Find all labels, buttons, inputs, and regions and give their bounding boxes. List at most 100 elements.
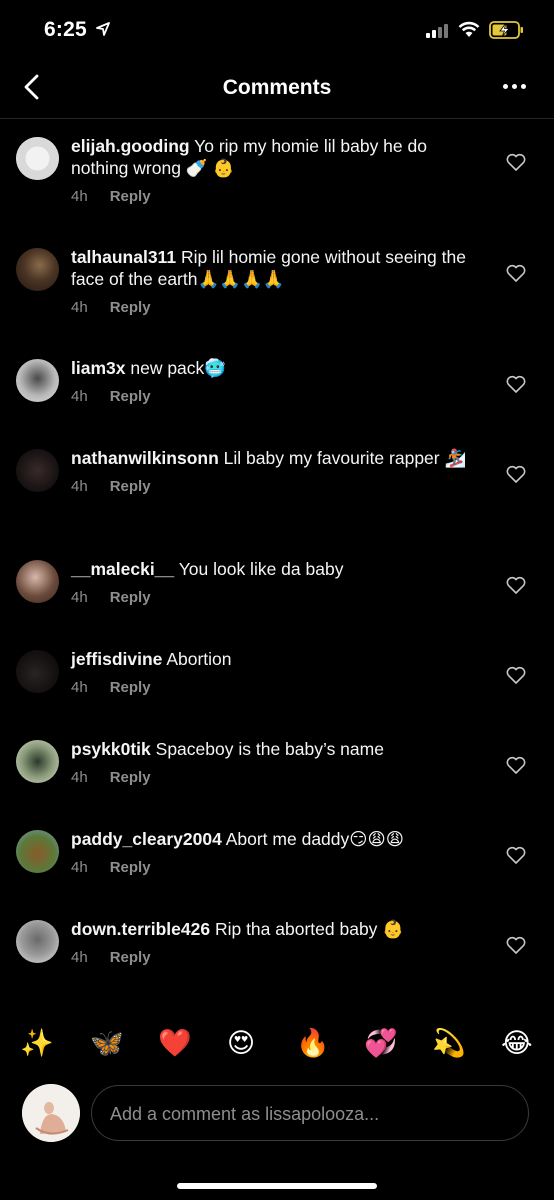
reply-button[interactable]: Reply <box>110 949 151 966</box>
comment-age: 4h <box>71 388 88 405</box>
comment: __malecki__ You look like da baby 4h Repl… <box>0 542 554 632</box>
reply-button[interactable]: Reply <box>110 769 151 786</box>
location-arrow-icon <box>96 22 110 36</box>
comment: down.terrible426 Rip tha aborted baby 👶 … <box>0 902 554 992</box>
emoji-heart-eyes[interactable]: 😍 <box>227 1025 255 1061</box>
emoji-red-heart[interactable]: ❤️ <box>158 1025 192 1061</box>
header: Comments <box>0 60 554 119</box>
wifi-icon <box>458 21 480 37</box>
comment-username[interactable]: __malecki__ <box>71 559 174 579</box>
comment: talhaunal311 Rip lil homie gone without … <box>0 230 554 341</box>
comment-body: You look like da baby <box>178 559 344 579</box>
comment-meta: 4h Reply <box>71 679 489 696</box>
comment-meta: 4h Reply <box>71 188 489 205</box>
comment-username[interactable]: elijah.gooding <box>71 136 190 156</box>
reply-button[interactable]: Reply <box>110 589 151 606</box>
status-time: 6:25 <box>44 18 87 41</box>
comment-text: nathanwilkinsonn Lil baby my favourite r… <box>71 447 489 469</box>
like-heart-icon[interactable] <box>506 576 526 594</box>
comment-age: 4h <box>71 769 88 786</box>
avatar[interactable] <box>16 449 59 492</box>
comment-age: 4h <box>71 299 88 316</box>
comment: jeffisdivine Abortion 4h Reply <box>0 632 554 722</box>
comment: elijah.gooding Yo rip my homie lil baby … <box>0 119 554 230</box>
comment: liam3x new pack🥶 4h Reply <box>0 341 554 431</box>
comment-meta: 4h Reply <box>71 769 489 786</box>
comment-text: liam3x new pack🥶 <box>71 357 489 379</box>
avatar[interactable] <box>16 920 59 963</box>
reply-button[interactable]: Reply <box>110 859 151 876</box>
like-heart-icon[interactable] <box>506 936 526 954</box>
comment-body: Abort me daddy😏😩😩 <box>225 829 404 849</box>
comment-username[interactable]: paddy_cleary2004 <box>71 829 222 849</box>
like-heart-icon[interactable] <box>506 153 526 171</box>
comment: paddy_cleary2004 Abort me daddy😏😩😩 4h Rep… <box>0 812 554 902</box>
like-heart-icon[interactable] <box>506 756 526 774</box>
comment: nathanwilkinsonn Lil baby my favourite r… <box>0 431 554 542</box>
comment-age: 4h <box>71 679 88 696</box>
emoji-quick-bar: ✨ 🦋 ❤️ 😍 🔥 💞 💫 😂 <box>0 1025 554 1065</box>
reply-button[interactable]: Reply <box>110 388 151 405</box>
comment-username[interactable]: psykk0tik <box>71 739 151 759</box>
avatar[interactable] <box>16 830 59 873</box>
emoji-fire[interactable]: 🔥 <box>296 1025 330 1061</box>
comment-age: 4h <box>71 589 88 606</box>
comment-text: paddy_cleary2004 Abort me daddy😏😩😩 <box>71 828 489 850</box>
avatar[interactable] <box>16 248 59 291</box>
comment-text: __malecki__ You look like da baby <box>71 558 489 580</box>
like-heart-icon[interactable] <box>506 666 526 684</box>
reply-button[interactable]: Reply <box>110 299 151 316</box>
home-indicator[interactable] <box>177 1183 377 1189</box>
comment-body: Rip tha aborted baby 👶 <box>214 919 405 939</box>
battery-charging-icon <box>489 21 523 39</box>
avatar[interactable] <box>16 137 59 180</box>
comment-meta: 4h Reply <box>71 859 489 876</box>
like-heart-icon[interactable] <box>506 846 526 864</box>
reply-button[interactable]: Reply <box>110 478 151 495</box>
emoji-dizzy[interactable]: 💫 <box>432 1025 466 1061</box>
emoji-butterfly[interactable]: 🦋 <box>90 1025 124 1061</box>
comment-age: 4h <box>71 859 88 876</box>
comment-meta: 4h Reply <box>71 388 489 405</box>
avatar[interactable] <box>16 359 59 402</box>
avatar[interactable] <box>16 650 59 693</box>
comment-meta: 4h Reply <box>71 949 489 966</box>
emoji-sparkles[interactable]: ✨ <box>20 1025 54 1061</box>
comment-meta: 4h Reply <box>71 299 489 316</box>
comment-text: down.terrible426 Rip tha aborted baby 👶 <box>71 918 489 940</box>
status-bar: 6:25 <box>0 0 554 60</box>
like-heart-icon[interactable] <box>506 375 526 393</box>
comment-username[interactable]: talhaunal311 <box>71 247 176 267</box>
comment-username[interactable]: down.terrible426 <box>71 919 210 939</box>
comment-username[interactable]: liam3x <box>71 358 125 378</box>
comment-composer <box>91 1085 529 1142</box>
comment-body: Spaceboy is the baby’s name <box>155 739 384 759</box>
comment-age: 4h <box>71 949 88 966</box>
more-options-icon[interactable] <box>503 84 526 89</box>
comment-age: 4h <box>71 478 88 495</box>
like-heart-icon[interactable] <box>506 264 526 282</box>
avatar[interactable] <box>16 560 59 603</box>
comment-text: jeffisdivine Abortion <box>71 648 489 670</box>
emoji-revolving-hearts[interactable]: 💞 <box>364 1025 398 1061</box>
composer-avatar <box>22 1084 80 1142</box>
comment-input[interactable] <box>108 1086 512 1142</box>
comment-meta: 4h Reply <box>71 478 489 495</box>
comment: psykk0tik Spaceboy is the baby’s name 4h… <box>0 722 554 812</box>
comment-text: psykk0tik Spaceboy is the baby’s name <box>71 738 489 760</box>
comment-body: Lil baby my favourite rapper 🏂 <box>223 448 467 468</box>
reply-button[interactable]: Reply <box>110 679 151 696</box>
reply-button[interactable]: Reply <box>110 188 151 205</box>
like-heart-icon[interactable] <box>506 465 526 483</box>
page-title: Comments <box>222 76 332 99</box>
cell-signal-icon <box>426 24 448 38</box>
comment-username[interactable]: nathanwilkinsonn <box>71 448 219 468</box>
comment-list: elijah.gooding Yo rip my homie lil baby … <box>0 119 554 992</box>
comment-username[interactable]: jeffisdivine <box>71 649 162 669</box>
emoji-laughing[interactable]: 😂 <box>501 1025 533 1061</box>
comment-age: 4h <box>71 188 88 205</box>
comment-body: new pack🥶 <box>130 358 227 378</box>
comment-text: talhaunal311 Rip lil homie gone without … <box>71 246 489 290</box>
avatar[interactable] <box>16 740 59 783</box>
comment-body: Abortion <box>166 649 232 669</box>
